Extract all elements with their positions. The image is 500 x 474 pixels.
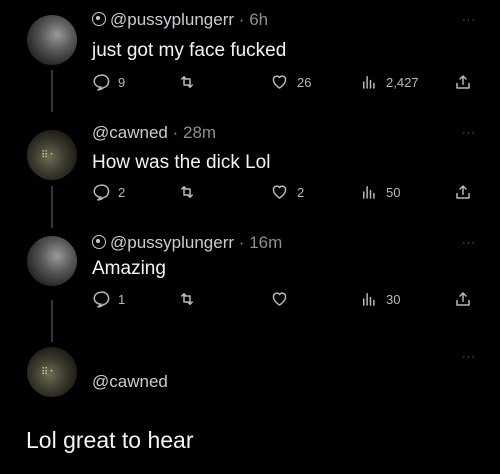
retweet-button[interactable] — [177, 183, 205, 201]
reply-text: Lol great to hear — [26, 427, 194, 453]
post-text: How was the dick Lol — [92, 152, 271, 173]
action-bar: 2 2 50 — [92, 183, 482, 205]
reply-button[interactable]: 1 — [92, 290, 125, 308]
heart-icon — [272, 292, 287, 306]
thread-line-1 — [51, 70, 53, 112]
reply-icon — [93, 291, 110, 308]
verified-icon — [92, 235, 106, 249]
more-options-button[interactable]: ··· — [462, 127, 476, 139]
share-button[interactable] — [454, 183, 472, 201]
heart-icon — [272, 185, 287, 199]
user-handle[interactable]: @pussyplungerr — [110, 10, 234, 29]
thread-line-3 — [51, 300, 53, 342]
view-count: 50 — [386, 184, 401, 200]
avatar-decoration: ⠿⠂ — [41, 367, 58, 378]
like-count: 2 — [297, 184, 305, 200]
user-handle[interactable]: @pussyplungerr — [110, 233, 234, 252]
reply-count: 1 — [118, 291, 126, 307]
views-icon — [363, 293, 375, 306]
avatar-decoration: ⠿⠂ — [41, 150, 58, 161]
like-count: 26 — [297, 74, 312, 90]
retweet-button[interactable] — [177, 290, 205, 308]
action-bar: 9 26 2,427 — [92, 73, 482, 95]
share-button[interactable] — [454, 290, 472, 308]
retweet-icon — [181, 293, 193, 305]
avatar[interactable]: ⠿⠂ — [27, 130, 77, 180]
reply-icon — [93, 74, 110, 91]
post-header: @pussyplungerr · 6h — [92, 10, 268, 30]
heart-icon — [272, 75, 287, 89]
like-button[interactable] — [270, 290, 297, 308]
separator: · — [238, 10, 245, 29]
post-text: Amazing — [92, 258, 166, 279]
views-button[interactable]: 30 — [360, 290, 400, 308]
views-button[interactable]: 2,427 — [360, 73, 419, 91]
post-header: @pussyplungerr · 16m — [92, 233, 282, 253]
views-icon — [363, 186, 375, 199]
timestamp[interactable]: 6h — [249, 10, 268, 29]
retweet-icon — [181, 76, 193, 88]
share-icon — [456, 292, 470, 306]
timestamp[interactable]: 16m — [249, 233, 282, 252]
view-count: 30 — [386, 291, 401, 307]
post-header: @cawned · 28m — [92, 123, 216, 143]
avatar[interactable] — [27, 15, 77, 65]
action-bar: 1 30 — [92, 290, 482, 312]
like-button[interactable]: 2 — [270, 183, 304, 201]
post-header: @cawned — [92, 372, 168, 392]
views-icon — [363, 76, 375, 89]
share-icon — [456, 185, 470, 199]
post-text: just got my face fucked — [92, 40, 287, 61]
thread-line-2 — [51, 186, 53, 228]
views-button[interactable]: 50 — [360, 183, 400, 201]
retweet-button[interactable] — [177, 73, 205, 91]
user-handle[interactable]: @cawned — [92, 123, 168, 142]
more-options-button[interactable]: ··· — [462, 237, 476, 249]
timestamp[interactable]: 28m — [183, 123, 216, 142]
avatar[interactable]: ⠿⠂ — [27, 347, 77, 397]
retweet-icon — [181, 186, 193, 198]
reply-count: 9 — [118, 74, 126, 90]
separator: · — [172, 123, 179, 142]
more-options-button[interactable]: ··· — [462, 14, 476, 26]
reply-icon — [93, 184, 110, 201]
reply-count: 2 — [118, 184, 126, 200]
avatar[interactable] — [27, 236, 77, 286]
share-button[interactable] — [454, 73, 472, 91]
reply-button[interactable]: 2 — [92, 183, 125, 201]
verified-icon — [92, 12, 106, 26]
share-icon — [456, 75, 470, 89]
user-handle[interactable]: @cawned — [92, 372, 168, 391]
view-count: 2,427 — [386, 74, 419, 90]
like-button[interactable]: 26 — [270, 73, 311, 91]
separator: · — [238, 233, 245, 252]
more-options-button[interactable]: ··· — [462, 351, 476, 363]
reply-button[interactable]: 9 — [92, 73, 125, 91]
